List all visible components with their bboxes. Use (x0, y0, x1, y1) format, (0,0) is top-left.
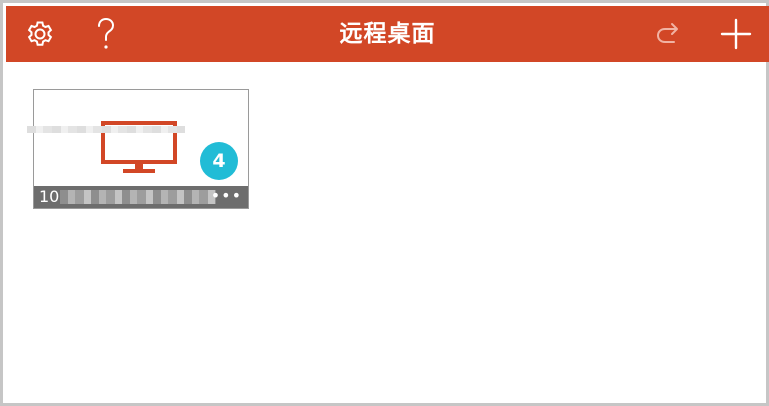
app-window: 远程桌面 4 10 ••• (0, 0, 769, 406)
top-bar: 远程桌面 (6, 6, 769, 62)
desktop-tile[interactable]: 4 10 ••• (33, 89, 249, 209)
redo-arrow-icon (657, 23, 678, 43)
plus-icon (720, 18, 752, 50)
desktop-label-bar: 10 ••• (34, 186, 248, 208)
redacted-hostname-fragment (27, 126, 185, 133)
session-count-badge: 4 (200, 142, 238, 180)
add-button[interactable] (716, 14, 756, 54)
more-options-icon[interactable]: ••• (211, 187, 242, 205)
redacted-hostname (60, 190, 216, 204)
desktop-name: 10 (39, 187, 60, 206)
redo-button[interactable] (648, 14, 688, 54)
